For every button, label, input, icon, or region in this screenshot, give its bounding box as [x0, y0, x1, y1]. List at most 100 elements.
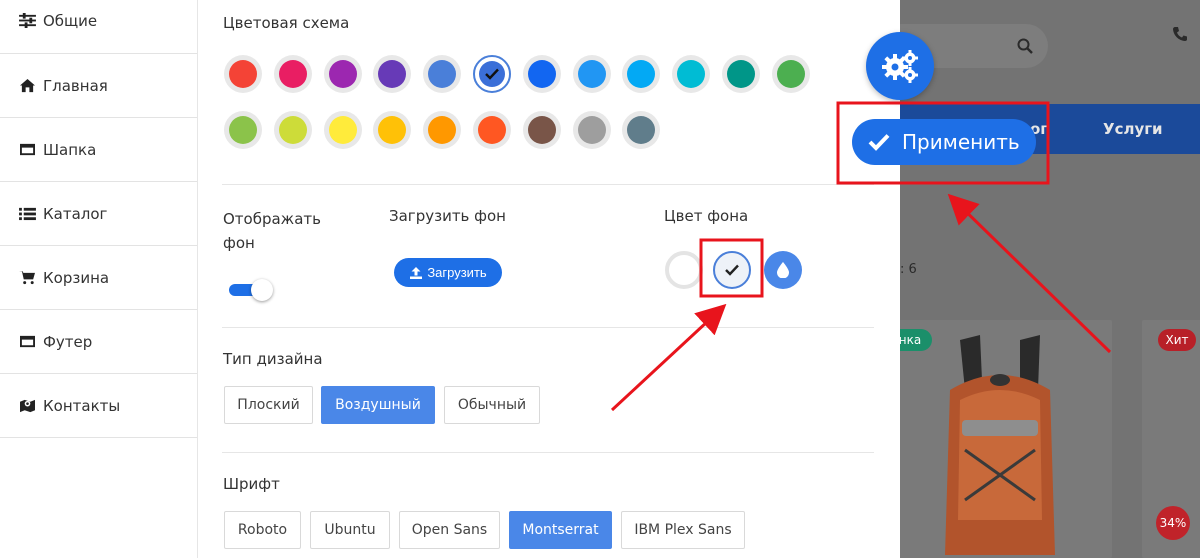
color-swatch-fill [677, 60, 706, 88]
color-swatch-fill [627, 116, 656, 144]
color-swatch[interactable] [672, 55, 711, 93]
gears-icon [882, 50, 918, 83]
design-option-flat[interactable]: Плоский [224, 386, 313, 424]
color-swatch-fill [577, 116, 606, 144]
cart-icon [18, 270, 36, 286]
color-swatch[interactable] [373, 111, 412, 149]
products-count: : 6 [900, 262, 917, 277]
window-icon [18, 334, 36, 350]
color-swatch-fill [278, 116, 307, 144]
color-swatch-fill [428, 60, 457, 88]
color-swatch[interactable] [273, 55, 312, 93]
product-card[interactable] [900, 320, 1112, 558]
color-swatch-fill [776, 60, 805, 88]
color-swatch-fill [577, 60, 606, 88]
color-swatch[interactable] [373, 55, 412, 93]
bg-color-none[interactable] [665, 251, 703, 289]
color-swatch[interactable] [224, 111, 262, 149]
nav-item-services[interactable]: Услуги [1103, 120, 1163, 138]
color-swatch-fill [479, 61, 505, 87]
color-swatch[interactable] [423, 55, 462, 93]
color-swatch[interactable] [771, 55, 810, 93]
home-icon [18, 78, 36, 94]
color-swatch-fill [527, 60, 556, 88]
upload-background-label: Загрузить фон [389, 207, 506, 225]
product-image [945, 335, 1055, 555]
design-option-regular[interactable]: Обычный [444, 386, 540, 424]
settings-sidebar: Общие Главная Шапка Каталог Корзина Футе… [0, 0, 198, 558]
map-marker-icon [18, 398, 36, 414]
color-swatch-fill [428, 116, 457, 144]
bg-color-light-selected[interactable] [713, 251, 751, 289]
upload-button[interactable]: Загрузить [394, 258, 502, 287]
show-background-label: Отображать фон [223, 210, 321, 252]
color-swatch[interactable] [224, 55, 262, 93]
color-swatch[interactable] [323, 55, 362, 93]
sidebar-item-header[interactable]: Шапка [0, 118, 197, 182]
color-swatch[interactable] [522, 55, 561, 93]
apply-button[interactable]: Применить [852, 119, 1036, 165]
sidebar-item-footer[interactable]: Футер [0, 310, 197, 374]
background-color-label: Цвет фона [664, 207, 749, 225]
color-swatch-fill [229, 60, 257, 88]
product-tag: нка [900, 329, 932, 351]
sidebar-item-contacts[interactable]: Контакты [0, 374, 197, 438]
droplet-icon [777, 262, 789, 278]
hit-badge: Хит [1158, 329, 1196, 351]
font-option-roboto[interactable]: Roboto [224, 511, 301, 549]
font-option-montserrat[interactable]: Montserrat [509, 511, 612, 549]
color-swatch-fill [378, 60, 407, 88]
sidebar-item-label: Корзина [43, 268, 110, 287]
settings-fab[interactable] [866, 32, 934, 100]
color-swatch[interactable] [273, 111, 312, 149]
color-swatch[interactable] [473, 55, 511, 93]
check-icon [725, 264, 739, 276]
color-swatch-fill [527, 116, 556, 144]
sidebar-item-label: Общие [43, 12, 98, 30]
color-swatch[interactable] [423, 111, 462, 149]
color-swatch-fill [328, 60, 357, 88]
sidebar-item-home[interactable]: Главная [0, 54, 197, 118]
color-swatch-fill [378, 116, 407, 144]
site-preview: ог Услуги : 6 нка Хит 34% [900, 0, 1200, 558]
discount-badge: 34% [1156, 506, 1190, 540]
design-option-airy[interactable]: Воздушный [321, 386, 435, 424]
check-icon [485, 68, 499, 80]
search-icon [1017, 38, 1033, 54]
sidebar-item-label: Футер [43, 332, 93, 351]
show-background-toggle[interactable] [229, 279, 273, 301]
color-swatch-fill [328, 116, 357, 144]
sidebar-item-label: Каталог [43, 204, 108, 223]
phone-icon[interactable] [1172, 26, 1188, 42]
color-swatch[interactable] [572, 111, 611, 149]
color-swatch[interactable] [722, 55, 760, 93]
sidebar-item-label: Контакты [43, 396, 121, 415]
font-option-open-sans[interactable]: Open Sans [399, 511, 500, 549]
sidebar-item-cart[interactable]: Корзина [0, 246, 197, 310]
divider [222, 327, 874, 328]
design-type-title: Тип дизайна [223, 350, 323, 368]
sidebar-item-general[interactable]: Общие [0, 0, 197, 54]
color-swatch[interactable] [622, 55, 661, 93]
window-icon [18, 142, 36, 158]
toggle-knob [251, 279, 273, 301]
sidebar-item-catalog[interactable]: Каталог [0, 182, 197, 246]
color-swatch-fill [278, 60, 307, 88]
color-swatch[interactable] [572, 55, 611, 93]
font-option-ubuntu[interactable]: Ubuntu [310, 511, 390, 549]
color-swatch-fill [727, 60, 755, 88]
divider [222, 184, 874, 185]
color-swatch[interactable] [522, 111, 561, 149]
color-swatch-fill [478, 116, 506, 144]
color-scheme-title: Цветовая схема [223, 14, 350, 32]
sidebar-item-label: Главная [43, 76, 108, 95]
color-swatch[interactable] [323, 111, 362, 149]
upload-icon [410, 266, 423, 279]
sidebar-item-label: Шапка [43, 140, 97, 159]
font-option-ibm-plex-sans[interactable]: IBM Plex Sans [621, 511, 745, 549]
divider [222, 452, 874, 453]
settings-panel: Цветовая схема Отображать фон Загрузить … [198, 0, 900, 558]
color-swatch[interactable] [622, 111, 661, 149]
color-swatch[interactable] [473, 111, 511, 149]
bg-color-custom[interactable] [764, 251, 802, 289]
